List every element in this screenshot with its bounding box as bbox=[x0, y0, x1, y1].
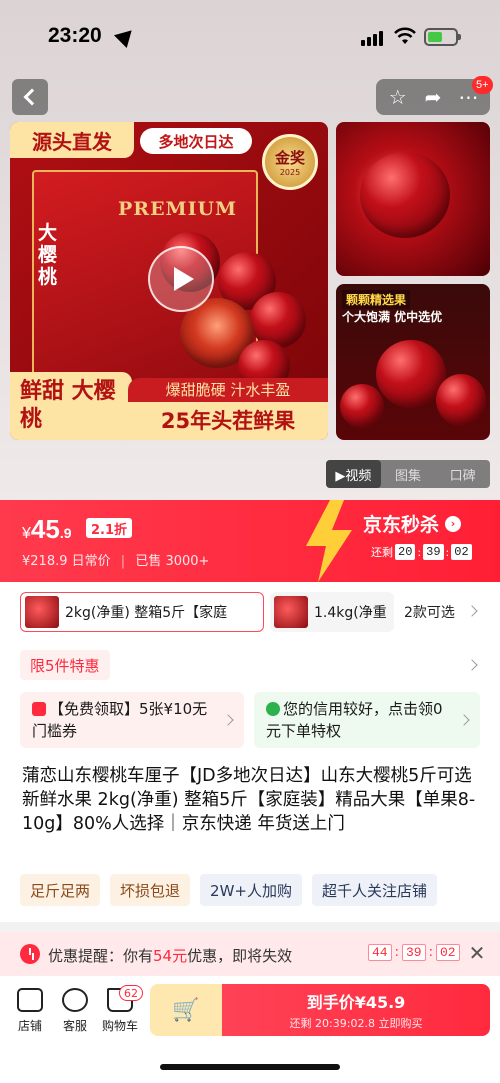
variant-count[interactable]: 2款可选 bbox=[404, 602, 455, 622]
play-icon bbox=[174, 267, 194, 291]
nav-store[interactable]: 店铺 bbox=[8, 988, 52, 1034]
more-badge: 5+ bbox=[472, 76, 493, 94]
delivery-tag: 多地次日达 bbox=[140, 128, 252, 154]
seckill-link[interactable]: 京东秒杀 › bbox=[363, 510, 462, 537]
limit-offer-tag[interactable]: 限5件特惠 bbox=[20, 650, 110, 680]
discount-reminder-bar: 优惠提醒：你有54元优惠，即将失效 44: 39: 02 ✕ bbox=[0, 932, 500, 976]
coupon-icon bbox=[32, 702, 46, 716]
home-indicator bbox=[160, 1064, 340, 1070]
chat-icon bbox=[62, 988, 88, 1012]
cellular-signal-icon bbox=[361, 30, 383, 46]
free-coupon-card[interactable]: 【免费领取】5张¥10无门槛券 bbox=[20, 692, 244, 748]
service-tag[interactable]: 超千人关注店铺 bbox=[311, 874, 437, 906]
current-price: ¥45.9 bbox=[22, 514, 72, 544]
share-icon[interactable]: ➦ bbox=[418, 82, 448, 112]
promo-right: 爆甜脆硬 汁水丰盈 25年头茬鲜果 bbox=[128, 378, 328, 440]
buy-now-button[interactable]: 到手价¥45.9 还剩 20:39:02.8 立即购买 bbox=[222, 984, 490, 1036]
sold-count: 已售 3000+ bbox=[135, 554, 210, 569]
service-tag[interactable]: 坏损包退 bbox=[110, 874, 191, 906]
variant-thumbnail bbox=[274, 596, 308, 628]
chevron-right-icon bbox=[458, 714, 470, 726]
price-details: ¥218.9 日常价 | 已售 3000+ bbox=[22, 554, 210, 569]
seckill-countdown: 还剩 20: 39: 02 bbox=[371, 544, 472, 560]
tab-reviews[interactable]: 口碑 bbox=[435, 460, 490, 488]
tab-gallery[interactable]: 图集 bbox=[381, 460, 436, 488]
gallery-thumbnail-1[interactable] bbox=[336, 122, 490, 276]
variant-option-2[interactable]: 1.4kg(净重 bbox=[270, 592, 394, 632]
back-icon bbox=[23, 88, 41, 106]
source-direct-tag: 源头直发 bbox=[10, 122, 134, 158]
discount-badge: 2.1折 bbox=[86, 518, 133, 538]
cherry-image bbox=[360, 152, 450, 238]
variant-option-1[interactable]: 2kg(净重) 整箱5斤【家庭 bbox=[20, 592, 264, 632]
service-tag[interactable]: 2W+人加购 bbox=[200, 874, 302, 906]
store-icon bbox=[17, 988, 43, 1012]
variant-thumbnail bbox=[25, 596, 59, 628]
tab-video[interactable]: ▶视频 bbox=[326, 460, 381, 488]
battery-icon bbox=[424, 28, 461, 46]
original-price: ¥218.9 bbox=[22, 554, 68, 569]
close-icon[interactable]: ✕ bbox=[466, 941, 488, 965]
play-video-button[interactable] bbox=[148, 246, 214, 312]
star-icon[interactable]: ☆ bbox=[383, 82, 413, 112]
box-brand: PREMIUM bbox=[118, 198, 238, 220]
lightning-icon bbox=[306, 500, 352, 582]
location-arrow-icon bbox=[113, 23, 139, 49]
gold-medal-badge: 金奖 2025 bbox=[262, 134, 318, 190]
status-bar: 23:20 bbox=[0, 0, 500, 72]
product-info-card bbox=[0, 582, 500, 922]
cherry-image bbox=[436, 374, 486, 426]
add-cart-icon: 🛒 bbox=[172, 997, 200, 1023]
chevron-right-icon: › bbox=[445, 515, 462, 532]
main-product-image[interactable]: PREMIUM 大樱桃 源头直发 多地次日达 金奖 2025 鲜甜 大樱桃 爆甜… bbox=[10, 122, 328, 440]
thumb-caption-1: 颗颗精选果 bbox=[342, 290, 411, 309]
shield-check-icon bbox=[266, 702, 280, 716]
product-title: 蒲恋山东樱桃车厘子【JD多地次日达】山东大樱桃5斤可选新鲜水果 2kg(净重) … bbox=[22, 766, 476, 834]
add-to-cart-button[interactable]: 🛒 bbox=[150, 984, 222, 1036]
wifi-icon bbox=[394, 27, 416, 44]
promo-left: 鲜甜 大樱桃 bbox=[10, 372, 132, 440]
chevron-right-icon bbox=[222, 714, 234, 726]
credit-privilege-card[interactable]: 您的信用较好，点击领0元下单特权 bbox=[254, 692, 480, 748]
box-vertical-text: 大樱桃 bbox=[38, 222, 58, 288]
service-tag[interactable]: 足斤足两 bbox=[20, 874, 101, 906]
reminder-text: 优惠提醒：你有54元优惠，即将失效 bbox=[48, 947, 293, 965]
service-tags: 足斤足两 坏损包退 2W+人加购 超千人关注店铺 bbox=[20, 874, 437, 906]
nav-customer-service[interactable]: 客服 bbox=[53, 988, 97, 1034]
gallery-thumbnail-2[interactable]: 颗颗精选果 个大饱满 优中选优 bbox=[336, 284, 490, 440]
cart-count-badge: 62 bbox=[119, 985, 143, 1001]
clock-icon bbox=[20, 944, 40, 964]
status-time: 23:20 bbox=[48, 24, 102, 47]
reminder-countdown: 44: 39: 02 bbox=[368, 944, 460, 961]
back-button[interactable] bbox=[12, 79, 48, 115]
original-price-label: 日常价 bbox=[71, 554, 111, 569]
gallery-tabs: ▶视频 图集 口碑 bbox=[326, 460, 490, 488]
thumb-caption-2: 个大饱满 优中选优 bbox=[342, 310, 443, 324]
cherry-image bbox=[340, 384, 384, 428]
